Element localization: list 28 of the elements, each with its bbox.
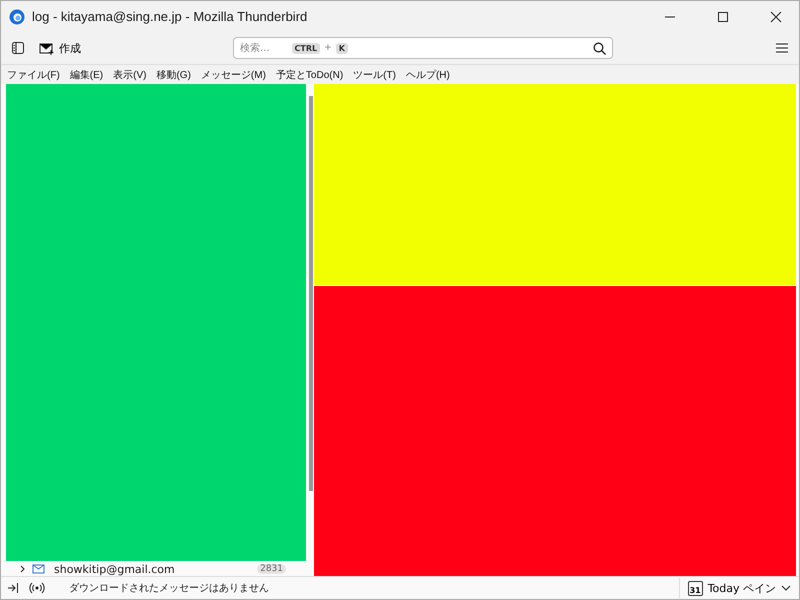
maximize-icon bbox=[717, 10, 729, 22]
compose-button[interactable]: 作成 bbox=[37, 38, 83, 58]
app-logo-icon bbox=[9, 8, 25, 24]
online-status-icon[interactable] bbox=[29, 582, 45, 594]
search-field[interactable]: 検索... CTRL + K bbox=[233, 37, 613, 59]
menu-item[interactable]: 予定とToDo(N) bbox=[276, 68, 344, 82]
menu-item[interactable]: ファイル(F) bbox=[7, 68, 60, 82]
pane-layout-icon bbox=[11, 41, 25, 55]
menu-item[interactable]: 表示(V) bbox=[113, 68, 146, 82]
unread-count: 2831 bbox=[257, 564, 286, 574]
calendar-icon: 31 bbox=[688, 580, 703, 596]
menu-icon bbox=[775, 42, 789, 54]
chevron-down-icon bbox=[781, 585, 791, 591]
chevron-icon bbox=[20, 565, 26, 573]
close-icon bbox=[770, 10, 782, 22]
collapse-pane-icon[interactable] bbox=[7, 582, 19, 594]
menu-item[interactable]: メッセージ(M) bbox=[200, 68, 266, 82]
folder-pane-toggle-button[interactable] bbox=[9, 39, 27, 57]
search-icon bbox=[593, 42, 606, 54]
menu-item[interactable]: ツール(T) bbox=[353, 68, 396, 82]
menu-item[interactable]: 移動(G) bbox=[156, 68, 191, 82]
menu-item[interactable]: 編集(E) bbox=[70, 68, 104, 82]
today-pane-button[interactable]: 31 Today ペイン bbox=[678, 578, 799, 598]
window-title: log - kitayama@sing.ne.jp - Mozilla Thunderbird bbox=[32, 9, 308, 24]
menu-item[interactable]: ヘルプ(H) bbox=[406, 68, 450, 82]
account-name: showkitip@gmail.com bbox=[54, 562, 175, 576]
status-text: ダウンロードされたメッセージはありません bbox=[69, 582, 269, 595]
compose-mail-icon bbox=[39, 42, 55, 54]
